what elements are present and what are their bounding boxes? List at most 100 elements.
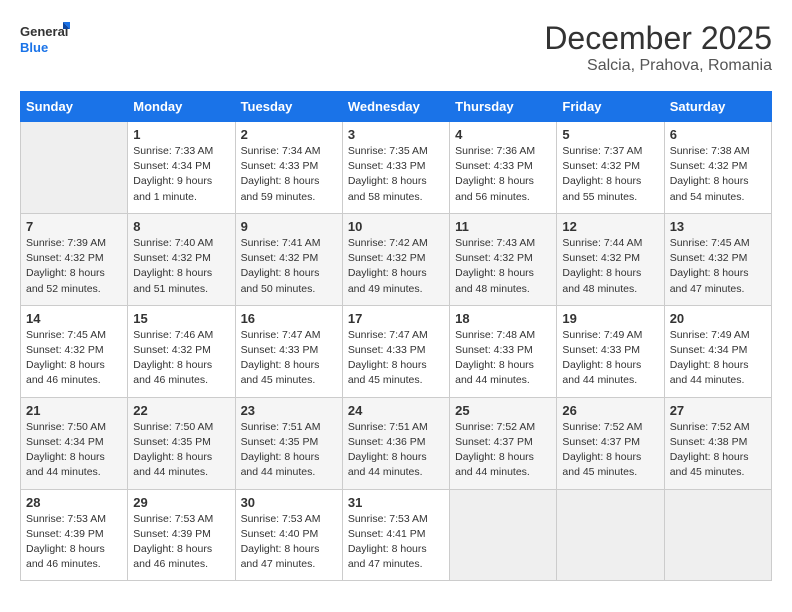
- day-number: 18: [455, 311, 551, 326]
- week-row-4: 21 Sunrise: 7:50 AMSunset: 4:34 PMDayligh…: [21, 397, 772, 489]
- calendar-table: SundayMondayTuesdayWednesdayThursdayFrid…: [20, 91, 772, 581]
- title-block: December 2025 Salcia, Prahova, Romania: [544, 20, 772, 75]
- calendar-cell: 15Sunrise: 7:46 AMSunset: 4:32 PMDayligh…: [128, 305, 235, 397]
- header-monday: Monday: [128, 92, 235, 122]
- day-number: 9: [241, 219, 337, 234]
- calendar-cell: 8 Sunrise: 7:40 AMSunset: 4:32 PMDaylight…: [128, 213, 235, 305]
- week-row-5: 28Sunrise: 7:53 AMSunset: 4:39 PMDayligh…: [21, 489, 772, 581]
- calendar-cell: 24 Sunrise: 7:51 AMSunset: 4:36 PMDayligh…: [342, 397, 449, 489]
- day-info: Sunrise: 7:35 AMSunset: 4:33 PMDaylight:…: [348, 144, 444, 205]
- day-number: 25: [455, 403, 551, 418]
- calendar-cell: 28Sunrise: 7:53 AMSunset: 4:39 PMDayligh…: [21, 489, 128, 581]
- logo: General Blue: [20, 20, 70, 64]
- day-info: Sunrise: 7:39 AMSunset: 4:32 PMDaylight:…: [26, 236, 122, 297]
- logo-svg: General Blue: [20, 20, 70, 64]
- day-number: 20: [670, 311, 766, 326]
- calendar-cell: 31Sunrise: 7:53 AMSunset: 4:41 PMDayligh…: [342, 489, 449, 581]
- day-number: 6: [670, 127, 766, 142]
- calendar-cell: 17Sunrise: 7:47 AMSunset: 4:33 PMDayligh…: [342, 305, 449, 397]
- calendar-cell: 25 Sunrise: 7:52 AMSunset: 4:37 PMDayligh…: [450, 397, 557, 489]
- calendar-header-row: SundayMondayTuesdayWednesdayThursdayFrid…: [21, 92, 772, 122]
- day-info: Sunrise: 7:36 AMSunset: 4:33 PMDaylight:…: [455, 144, 551, 205]
- day-number: 14: [26, 311, 122, 326]
- day-number: 8: [133, 219, 229, 234]
- calendar-cell: 22 Sunrise: 7:50 AMSunset: 4:35 PMDayligh…: [128, 397, 235, 489]
- day-number: 1: [133, 127, 229, 142]
- day-number: 17: [348, 311, 444, 326]
- day-number: 21: [26, 403, 122, 418]
- svg-text:Blue: Blue: [20, 40, 48, 55]
- day-info: Sunrise: 7:37 AMSunset: 4:32 PMDaylight:…: [562, 144, 658, 205]
- header-saturday: Saturday: [664, 92, 771, 122]
- day-info: Sunrise: 7:51 AMSunset: 4:35 PMDaylight:…: [241, 420, 337, 481]
- calendar-cell: 19Sunrise: 7:49 AMSunset: 4:33 PMDayligh…: [557, 305, 664, 397]
- calendar-cell: 16 Sunrise: 7:47 AMSunset: 4:33 PMDayligh…: [235, 305, 342, 397]
- calendar-cell: 20 Sunrise: 7:49 AMSunset: 4:34 PMDayligh…: [664, 305, 771, 397]
- day-number: 15: [133, 311, 229, 326]
- day-info: Sunrise: 7:42 AMSunset: 4:32 PMDaylight:…: [348, 236, 444, 297]
- day-info: Sunrise: 7:47 AMSunset: 4:33 PMDaylight:…: [241, 328, 337, 389]
- day-info: Sunrise: 7:52 AMSunset: 4:37 PMDaylight:…: [562, 420, 658, 481]
- day-number: 22: [133, 403, 229, 418]
- day-info: Sunrise: 7:38 AMSunset: 4:32 PMDaylight:…: [670, 144, 766, 205]
- day-info: Sunrise: 7:52 AMSunset: 4:37 PMDaylight:…: [455, 420, 551, 481]
- day-info: Sunrise: 7:45 AMSunset: 4:32 PMDaylight:…: [26, 328, 122, 389]
- calendar-cell: 6 Sunrise: 7:38 AMSunset: 4:32 PMDaylight…: [664, 122, 771, 214]
- calendar-cell: 14 Sunrise: 7:45 AMSunset: 4:32 PMDayligh…: [21, 305, 128, 397]
- header-wednesday: Wednesday: [342, 92, 449, 122]
- day-number: 30: [241, 495, 337, 510]
- day-number: 31: [348, 495, 444, 510]
- day-info: Sunrise: 7:33 AMSunset: 4:34 PMDaylight:…: [133, 144, 229, 205]
- calendar-cell: 30Sunrise: 7:53 AMSunset: 4:40 PMDayligh…: [235, 489, 342, 581]
- day-info: Sunrise: 7:50 AMSunset: 4:34 PMDaylight:…: [26, 420, 122, 481]
- day-info: Sunrise: 7:52 AMSunset: 4:38 PMDaylight:…: [670, 420, 766, 481]
- day-info: Sunrise: 7:45 AMSunset: 4:32 PMDaylight:…: [670, 236, 766, 297]
- day-info: Sunrise: 7:50 AMSunset: 4:35 PMDaylight:…: [133, 420, 229, 481]
- calendar-cell: 13 Sunrise: 7:45 AMSunset: 4:32 PMDayligh…: [664, 213, 771, 305]
- calendar-cell: 12Sunrise: 7:44 AMSunset: 4:32 PMDayligh…: [557, 213, 664, 305]
- day-number: 24: [348, 403, 444, 418]
- week-row-2: 7 Sunrise: 7:39 AMSunset: 4:32 PMDaylight…: [21, 213, 772, 305]
- day-number: 23: [241, 403, 337, 418]
- day-info: Sunrise: 7:40 AMSunset: 4:32 PMDaylight:…: [133, 236, 229, 297]
- calendar-cell: 7 Sunrise: 7:39 AMSunset: 4:32 PMDaylight…: [21, 213, 128, 305]
- calendar-cell: 2Sunrise: 7:34 AMSunset: 4:33 PMDaylight…: [235, 122, 342, 214]
- week-row-1: 1 Sunrise: 7:33 AMSunset: 4:34 PMDaylight…: [21, 122, 772, 214]
- day-number: 5: [562, 127, 658, 142]
- week-row-3: 14 Sunrise: 7:45 AMSunset: 4:32 PMDayligh…: [21, 305, 772, 397]
- calendar-cell: 3Sunrise: 7:35 AMSunset: 4:33 PMDaylight…: [342, 122, 449, 214]
- header-friday: Friday: [557, 92, 664, 122]
- calendar-cell: 10 Sunrise: 7:42 AMSunset: 4:32 PMDayligh…: [342, 213, 449, 305]
- day-number: 11: [455, 219, 551, 234]
- day-number: 13: [670, 219, 766, 234]
- header-tuesday: Tuesday: [235, 92, 342, 122]
- calendar-cell: 21 Sunrise: 7:50 AMSunset: 4:34 PMDayligh…: [21, 397, 128, 489]
- day-info: Sunrise: 7:48 AMSunset: 4:33 PMDaylight:…: [455, 328, 551, 389]
- day-info: Sunrise: 7:41 AMSunset: 4:32 PMDaylight:…: [241, 236, 337, 297]
- day-number: 26: [562, 403, 658, 418]
- day-number: 16: [241, 311, 337, 326]
- day-info: Sunrise: 7:51 AMSunset: 4:36 PMDaylight:…: [348, 420, 444, 481]
- day-info: Sunrise: 7:43 AMSunset: 4:32 PMDaylight:…: [455, 236, 551, 297]
- day-number: 27: [670, 403, 766, 418]
- header-thursday: Thursday: [450, 92, 557, 122]
- calendar-cell: 1 Sunrise: 7:33 AMSunset: 4:34 PMDaylight…: [128, 122, 235, 214]
- day-number: 10: [348, 219, 444, 234]
- day-info: Sunrise: 7:49 AMSunset: 4:33 PMDaylight:…: [562, 328, 658, 389]
- day-number: 12: [562, 219, 658, 234]
- day-info: Sunrise: 7:53 AMSunset: 4:39 PMDaylight:…: [133, 512, 229, 573]
- calendar-cell: 5 Sunrise: 7:37 AMSunset: 4:32 PMDaylight…: [557, 122, 664, 214]
- day-number: 7: [26, 219, 122, 234]
- calendar-cell: 18 Sunrise: 7:48 AMSunset: 4:33 PMDayligh…: [450, 305, 557, 397]
- day-info: Sunrise: 7:53 AMSunset: 4:39 PMDaylight:…: [26, 512, 122, 573]
- day-info: Sunrise: 7:34 AMSunset: 4:33 PMDaylight:…: [241, 144, 337, 205]
- calendar-cell: 4 Sunrise: 7:36 AMSunset: 4:33 PMDaylight…: [450, 122, 557, 214]
- header-sunday: Sunday: [21, 92, 128, 122]
- day-number: 4: [455, 127, 551, 142]
- svg-text:General: General: [20, 24, 68, 39]
- day-info: Sunrise: 7:49 AMSunset: 4:34 PMDaylight:…: [670, 328, 766, 389]
- calendar-cell: 26 Sunrise: 7:52 AMSunset: 4:37 PMDayligh…: [557, 397, 664, 489]
- calendar-cell: 29Sunrise: 7:53 AMSunset: 4:39 PMDayligh…: [128, 489, 235, 581]
- calendar-cell: 11 Sunrise: 7:43 AMSunset: 4:32 PMDayligh…: [450, 213, 557, 305]
- calendar-cell: 23 Sunrise: 7:51 AMSunset: 4:35 PMDayligh…: [235, 397, 342, 489]
